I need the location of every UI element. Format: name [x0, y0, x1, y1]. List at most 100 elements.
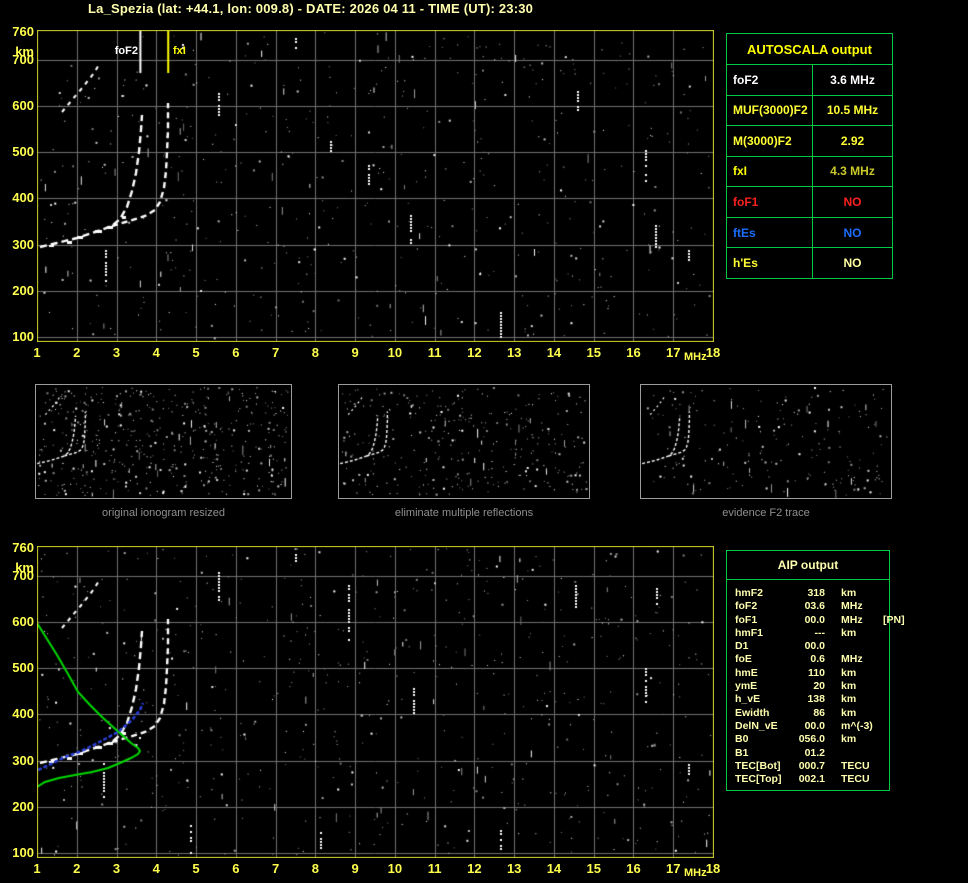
aip-row: TEC[Bot] 000.7 TECU — [735, 760, 905, 773]
aip-unit: MHz — [841, 613, 863, 626]
aip-row: ymE 20 km — [735, 680, 905, 693]
x-tick-label: 16 — [626, 345, 641, 360]
panel-eliminate-reflections — [338, 384, 590, 499]
y-tick-label: 200 — [12, 798, 34, 814]
x-tick-label: 13 — [506, 345, 522, 360]
x-tick-label: 14 — [546, 345, 562, 360]
autoscala-row-label: M(3000)F2 — [727, 126, 813, 156]
panel-eliminate-canvas — [339, 385, 589, 498]
x-tick-label: 2 — [73, 861, 81, 876]
fof2-marker-label: foF2 — [114, 45, 138, 57]
autoscala-row: h'Es NO — [727, 247, 892, 278]
x-tick-label: 7 — [271, 861, 280, 876]
x-axis-unit: MHz — [684, 867, 707, 879]
aip-unit: km — [841, 666, 857, 679]
y-tick-label: 100 — [12, 844, 34, 860]
aip-unit: MHz — [841, 653, 863, 666]
y-axis-unit: km — [15, 560, 34, 575]
x-tick-label: 9 — [351, 861, 359, 876]
autoscala-row-label: fxI — [727, 156, 813, 187]
aip-row: h_vE 138 km — [735, 693, 905, 706]
aip-row: D1 00.0 — [735, 640, 905, 653]
aip-unit: TECU — [841, 759, 870, 772]
y-tick-label: 760 — [12, 540, 34, 555]
aip-name: foF2 — [735, 600, 758, 613]
x-tick-label: 3 — [112, 345, 121, 360]
aip-value: 00.0 — [804, 640, 825, 653]
aip-name: TEC[Bot] — [735, 759, 781, 772]
fxi-marker-label: fxI — [173, 45, 186, 57]
autoscala-window: La_Spezia (lat: +44.1, lon: 009.8) - DAT… — [0, 0, 968, 883]
autoscala-row: foF2 3.6 MHz — [727, 64, 892, 95]
aip-value: 000.7 — [798, 759, 825, 772]
aip-name: h_vE — [735, 693, 761, 706]
x-tick-label: 14 — [546, 861, 562, 876]
aip-extra — [881, 747, 883, 760]
bottom-ionogram-canvas — [37, 546, 714, 858]
aip-extra — [881, 627, 883, 640]
aip-name: foE — [735, 653, 752, 666]
autoscala-row-value: 4.3 MHz — [830, 164, 875, 179]
autoscala-table-header: AUTOSCALA output — [747, 41, 872, 57]
aip-value: 03.6 — [804, 600, 825, 613]
aip-name: hmF2 — [735, 587, 764, 599]
panel-caption-original: original ionogram resized — [102, 507, 225, 519]
autoscala-row-label: MUF(3000)F2 — [727, 95, 813, 126]
aip-name: DelN_vE — [735, 719, 778, 732]
autoscala-row: fxI 4.3 MHz — [727, 155, 892, 187]
panel-caption-eliminate: eliminate multiple reflections — [394, 507, 534, 519]
autoscala-row-label: foF2 — [727, 65, 813, 95]
aip-name: ymE — [735, 680, 758, 693]
aip-value: --- — [814, 626, 826, 639]
x-tick-label: 15 — [586, 861, 601, 876]
autoscala-row-label: ftEs — [727, 217, 813, 248]
y-tick-label: 760 — [12, 24, 34, 39]
autoscala-row: M(3000)F2 2.92 — [727, 125, 892, 156]
x-tick-label: 5 — [192, 861, 200, 876]
aip-extra — [881, 600, 883, 613]
panel-evidence-f2 — [640, 384, 892, 499]
aip-extra — [881, 653, 883, 666]
x-tick-label: 4 — [152, 345, 160, 360]
autoscala-row-value: 10.5 MHz — [826, 103, 879, 118]
aip-name: foF1 — [735, 613, 758, 626]
aip-row: hmE 110 km — [735, 667, 905, 680]
x-tick-label: 16 — [626, 861, 641, 876]
aip-name: TEC[Top] — [735, 773, 782, 786]
aip-extra — [881, 760, 883, 773]
aip-value: 0.6 — [810, 653, 825, 666]
aip-value: 86 — [813, 706, 825, 719]
aip-extra — [881, 680, 883, 693]
x-tick-label: 8 — [311, 861, 319, 876]
y-tick-label: 600 — [12, 613, 34, 629]
aip-extra — [881, 733, 883, 746]
aip-row: foE 0.6 MHz — [735, 653, 905, 666]
x-tick-label: 6 — [232, 861, 240, 876]
aip-row: hmF2 318 km — [735, 587, 905, 600]
aip-extra — [881, 707, 883, 720]
y-tick-label: 300 — [12, 236, 34, 252]
x-tick-label: 15 — [586, 345, 601, 360]
x-tick-label: 11 — [427, 861, 442, 876]
aip-value: 002.1 — [798, 773, 825, 786]
aip-unit: TECU — [841, 773, 870, 786]
aip-extra — [881, 587, 883, 600]
x-axis-unit: MHz — [684, 351, 707, 363]
autoscala-row: MUF(3000)F2 10.5 MHz — [727, 94, 892, 126]
aip-value: 110 — [808, 666, 825, 679]
x-tick-label: 8 — [311, 345, 319, 360]
aip-name: hmE — [735, 666, 758, 679]
x-tick-label: 7 — [271, 345, 280, 360]
x-tick-label: 1 — [33, 861, 41, 876]
aip-name: hmF1 — [735, 626, 764, 639]
aip-extra — [881, 640, 883, 653]
y-tick-label: 200 — [12, 282, 34, 298]
x-tick-label: 10 — [387, 345, 403, 360]
aip-unit: km — [841, 706, 857, 719]
x-tick-label: 11 — [427, 345, 442, 360]
x-tick-label: 17 — [666, 861, 681, 876]
y-tick-label: 400 — [12, 706, 34, 722]
x-tick-label: 12 — [467, 861, 482, 876]
x-tick-label: 2 — [73, 345, 81, 360]
autoscala-row-value: NO — [843, 225, 862, 240]
